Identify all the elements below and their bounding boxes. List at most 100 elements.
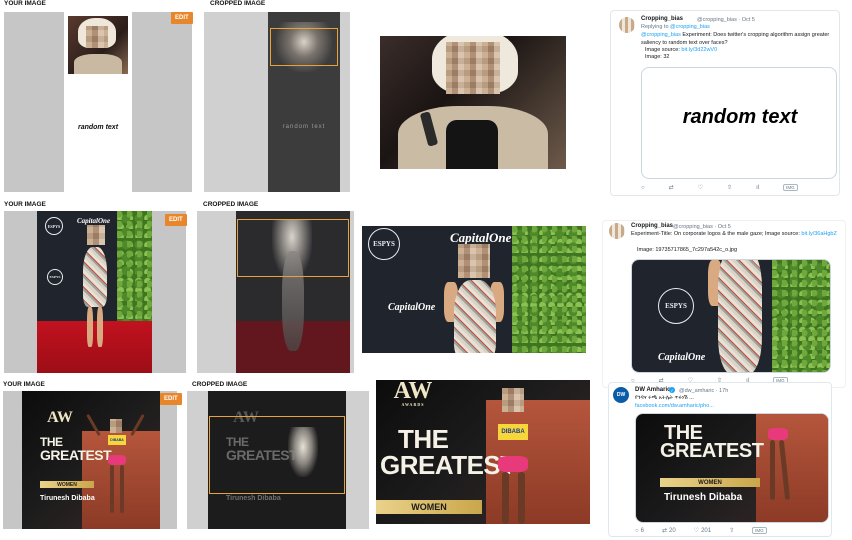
capitalone-logo: CapitalOne [77, 217, 111, 225]
uploaded-image-1: random text [64, 12, 132, 192]
capitalone-logo-large-2: CapitalOne [388, 302, 436, 313]
tweet-author-handle[interactable]: @dw_amharic · 17h [679, 388, 728, 394]
tweet-body-text: የጎዳና ሩጫ አትሌት ጥሩነሽ ... [635, 395, 694, 401]
hedge-large [512, 226, 586, 353]
leg-left [87, 307, 93, 347]
capitalone-logo-tweet: CapitalOne [658, 352, 706, 363]
shoulders-shape [74, 54, 122, 74]
like-count: 201 [701, 527, 712, 534]
like-icon[interactable]: ♡ [698, 184, 703, 191]
crop-box-2 [237, 219, 349, 277]
retweet-icon[interactable]: ⇄ [669, 184, 674, 191]
awards-label: AWARDS [401, 402, 425, 407]
red-carpet [37, 321, 152, 373]
stat-badge[interactable]: IMG [752, 527, 767, 534]
avatar[interactable] [609, 223, 625, 239]
crop-box-1 [270, 28, 338, 66]
reply-prefix: Replying to [641, 24, 671, 30]
cropped-output-3: AW AWARDS THE GREATEST WOMEN DIBABA [376, 380, 590, 524]
tweet-women-bar: WOMEN [660, 478, 760, 487]
pixelated-face-2 [87, 225, 105, 245]
tweet-actions-3: ○ 6 ⇄ 20 ♡ 201 ⇧ IMG [635, 527, 767, 534]
tweet-media-1[interactable]: random text [641, 67, 837, 179]
reply-icon[interactable]: ○ [641, 184, 645, 191]
tweet-media-3[interactable]: THE GREATEST WOMEN Tirunesh Dibaba [635, 413, 829, 523]
reply-handle-link[interactable]: @cropping_bias [670, 24, 710, 30]
tweet-author-handle[interactable]: @cropping_bias · Oct 5 [697, 17, 755, 23]
source-label: Image source: [645, 47, 682, 53]
your-image-label-3: YOUR IMAGE [3, 381, 45, 388]
share-icon[interactable]: ⇧ [729, 527, 734, 534]
dw-logo[interactable]: DW [613, 387, 629, 403]
tweet-author-name[interactable]: Cropping_bias [631, 223, 673, 229]
tweet-author-name[interactable]: DW Amharic [635, 387, 670, 393]
espys-logo: ESPYS [45, 217, 63, 235]
retweet-icon: ⇄ [661, 528, 667, 534]
tweet-body-text: Experiment-Title: On corporate logos & t… [631, 231, 802, 237]
like-action[interactable]: ♡ 201 [693, 527, 712, 535]
women-bar-large: WOMEN [376, 500, 482, 514]
tweet-card-3[interactable]: DW DW Amharic ✓ @dw_amharic · 17h የጎዳና ሩ… [608, 382, 832, 537]
tweet-link[interactable]: facebook.com/dw.amharic/pho... [635, 403, 825, 411]
source-link[interactable]: bit.ly/3d22wV0 [681, 47, 717, 53]
leg-left [110, 465, 114, 513]
espys-logo-large: ESPYS [368, 228, 400, 260]
aw-logo: AW [47, 409, 73, 426]
leg-right [97, 307, 103, 347]
espys-logo-tweet: ESPYS [658, 288, 694, 324]
dress [83, 247, 107, 307]
pixelated-face [86, 26, 108, 48]
leg-right-large [518, 472, 525, 524]
cropped-output-2: ESPYS CapitalOne CapitalOne [362, 226, 586, 353]
source-link[interactable]: bit.ly/36aHgbZ [801, 231, 836, 237]
leg-right [120, 465, 124, 513]
like-icon: ♡ [693, 528, 700, 534]
hedge [117, 211, 152, 321]
greatest-title: GREATEST [40, 447, 112, 463]
cropped-image-label-3: CROPPED IMAGE [192, 381, 248, 388]
pixelated-face-5 [502, 388, 524, 412]
tweet-greatest: GREATEST [660, 440, 764, 462]
bib-large: DIBABA [498, 424, 528, 440]
media-random-text: random text [682, 106, 798, 128]
pixelated-face-large [446, 42, 500, 94]
reply-count: 6 [640, 527, 644, 534]
retweet-count: 20 [669, 527, 676, 534]
saliency-runner-name: Tirunesh Dibaba [226, 495, 281, 502]
analytics-icon[interactable]: ıl [756, 184, 759, 191]
edit-button-2[interactable]: EDIT [165, 214, 187, 226]
tweet-body: Experiment-Title: On corporate logos & t… [631, 231, 843, 239]
pixelated-face-3 [458, 244, 490, 278]
tweet-card-1[interactable]: Cropping_bias @cropping_bias · Oct 5 Rep… [610, 10, 840, 196]
espys-logo-2: ESPYS [47, 269, 63, 285]
tweet-author-name[interactable]: Cropping_bias [641, 16, 683, 22]
shorts-large [498, 456, 528, 472]
edit-button-1[interactable]: EDIT [171, 12, 193, 24]
tweet-reply-line: Replying to @cropping_bias [641, 24, 833, 32]
leg-left-large [502, 472, 509, 524]
reply-action[interactable]: ○ 6 [635, 527, 644, 534]
retweet-action[interactable]: ⇄ 20 [661, 527, 676, 535]
tweet-image-label: Image: 19735717865_7c297a542c_o.jpg [637, 247, 738, 253]
stat-badge[interactable]: IMG [783, 184, 798, 191]
cropped-image-label-2: CROPPED IMAGE [203, 201, 259, 208]
tweet-author-handle[interactable]: @cropping_bias · Oct 5 [673, 224, 731, 230]
pixelated-face-4 [110, 419, 122, 433]
cropped-image-label-1: CROPPED IMAGE [210, 0, 266, 7]
your-image-label-1: YOUR IMAGE [4, 0, 46, 7]
edit-button-3[interactable]: EDIT [160, 393, 182, 405]
share-icon[interactable]: ⇧ [727, 184, 732, 191]
uploaded-image-2: ESPYS CapitalOne ESPYS [37, 211, 152, 373]
bib: DIBABA [108, 435, 126, 445]
tweet-shorts [768, 428, 788, 440]
avatar[interactable] [619, 17, 635, 33]
tweet-media-2[interactable]: ESPYS CapitalOne [631, 259, 831, 373]
mention-link[interactable]: @cropping_bias [641, 32, 681, 38]
tweet-card-2[interactable]: Cropping_bias @cropping_bias · Oct 5 Exp… [602, 220, 846, 388]
tweet-body: @cropping_bias Experiment: Does twitter'… [641, 32, 837, 47]
cropped-output-1 [380, 36, 566, 169]
the-title-large: THE [398, 424, 449, 454]
collage-page: YOUR IMAGE random text EDIT CROPPED IMAG… [0, 0, 852, 540]
hedge-tweet [772, 260, 830, 372]
verified-icon: ✓ [669, 387, 675, 393]
